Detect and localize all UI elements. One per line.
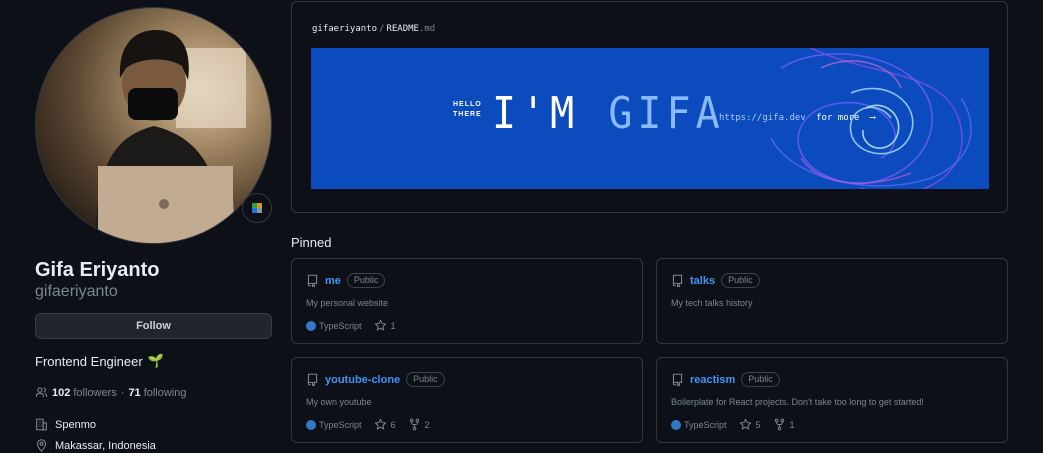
pinned-repo-card: talks Public My tech talks history [656, 258, 1008, 344]
profile-login: gifaeriyanto [35, 283, 118, 300]
visibility-badge: Public [346, 273, 386, 288]
stars-count: 5 [755, 419, 761, 430]
banner-headline: I'M GIFA [492, 89, 725, 139]
avatar-photo [96, 30, 246, 243]
repo-description: Boilerplate for React projects. Don't ta… [671, 397, 924, 407]
repo-language: TypeScript [306, 320, 362, 331]
repo-header: talks Public [671, 273, 760, 288]
bio-text: Frontend Engineer [35, 353, 143, 369]
repo-meta: TypeScript 6 2 [306, 418, 430, 431]
stats-separator: · [120, 386, 125, 399]
banner-site: https://gifa.dev for more ⟶ [719, 113, 875, 123]
repo-stars-link[interactable]: 1 [374, 319, 396, 332]
language-name: TypeScript [319, 320, 362, 331]
fork-icon [409, 418, 419, 431]
visibility-badge: Public [406, 372, 445, 387]
language-name: TypeScript [319, 419, 362, 430]
banner-im: I'M [492, 89, 580, 139]
readme-file-ext: .md [418, 24, 436, 34]
repo-icon [672, 373, 683, 386]
language-name: TypeScript [684, 419, 727, 430]
repo-icon [307, 373, 318, 386]
language-color-dot [671, 419, 681, 430]
followers-label: followers [73, 386, 117, 399]
profile-bio: Frontend Engineer 🌱 [35, 353, 164, 369]
repo-description: My tech talks history [671, 298, 753, 308]
people-icon [35, 387, 48, 398]
avatar-container [35, 7, 272, 244]
stars-count: 6 [390, 419, 396, 430]
profile-readme: gifaeriyanto / README.md HELLO THERE I'M G… [291, 1, 1008, 213]
following-count: 71 [128, 386, 141, 399]
banner-name: GIFA [608, 89, 725, 139]
repo-meta: TypeScript 1 [306, 319, 396, 332]
status-emoji-icon [252, 203, 262, 213]
readme-path: gifaeriyanto / README.md [312, 24, 435, 34]
repo-header: reactism Public [671, 372, 780, 387]
banner-url: https://gifa.dev [719, 113, 806, 123]
repo-stars-link[interactable]: 6 [374, 418, 396, 431]
forks-count: 2 [424, 419, 430, 430]
repo-language: TypeScript [306, 419, 362, 430]
followers-link[interactable]: 102 followers [52, 387, 117, 399]
repo-icon [307, 274, 318, 287]
repo-description: My own youtube [306, 397, 372, 407]
star-icon [374, 418, 386, 430]
status-badge[interactable] [242, 193, 272, 223]
arrow-right-icon: ⟶ [869, 113, 876, 123]
organization-icon [36, 418, 47, 431]
fork-icon [774, 418, 784, 431]
follow-stats: 102 followers · 71 following [35, 386, 187, 399]
path-separator: / [379, 24, 385, 34]
repo-link[interactable]: youtube-clone [325, 374, 400, 386]
seedling-icon: 🌱 [147, 353, 164, 368]
repo-icon [672, 274, 683, 287]
location-name: Makassar, Indonesia [55, 439, 156, 452]
readme-file-name: README [386, 24, 419, 34]
star-icon [739, 418, 751, 430]
repo-link[interactable]: talks [690, 275, 715, 287]
language-color-dot [306, 320, 316, 331]
repo-link[interactable]: me [325, 275, 341, 287]
visibility-badge: Public [721, 273, 760, 288]
followers-count: 102 [52, 386, 71, 399]
profile-name: Gifa Eriyanto [35, 259, 160, 281]
pinned-repo-card: youtube-clone Public My own youtube Type… [291, 357, 643, 443]
location-icon [36, 439, 47, 452]
star-icon [374, 319, 386, 331]
follow-button[interactable]: Follow [35, 313, 272, 339]
repo-description: My personal website [306, 298, 389, 308]
forks-count: 1 [789, 419, 795, 430]
readme-owner-link[interactable]: gifaeriyanto [312, 24, 377, 34]
organization-name: Spenmo [55, 418, 96, 431]
pinned-title: Pinned [291, 235, 332, 250]
pinned-repo-card: me Public My personal website TypeScript… [291, 258, 643, 344]
stars-count: 1 [390, 320, 396, 331]
repo-stars-link[interactable]: 5 [739, 418, 761, 431]
repo-meta: TypeScript 5 1 [671, 418, 795, 431]
repo-language: TypeScript [671, 419, 727, 430]
language-color-dot [306, 419, 316, 430]
readme-banner: HELLO THERE I'M GIFA https://gifa.dev fo… [311, 48, 989, 189]
vcard-organization: Spenmo [35, 418, 96, 431]
following-label: following [143, 386, 187, 399]
repo-header: me Public [306, 273, 386, 288]
pinned-repo-card: reactism Public Boilerplate for React pr… [656, 357, 1008, 443]
banner-hello: HELLO [453, 101, 482, 108]
avatar[interactable] [35, 7, 272, 244]
repo-forks-link[interactable]: 1 [773, 418, 795, 431]
banner-more-text: for more [816, 113, 860, 123]
repo-header: youtube-clone Public [306, 372, 445, 387]
following-link[interactable]: 71 following [128, 387, 186, 399]
visibility-badge: Public [741, 372, 780, 387]
banner-there: THERE [453, 111, 482, 118]
repo-link[interactable]: reactism [690, 374, 735, 386]
banner-hello-text: HELLO THERE [453, 100, 482, 120]
repo-forks-link[interactable]: 2 [408, 418, 430, 431]
vcard-location: Makassar, Indonesia [35, 439, 156, 452]
